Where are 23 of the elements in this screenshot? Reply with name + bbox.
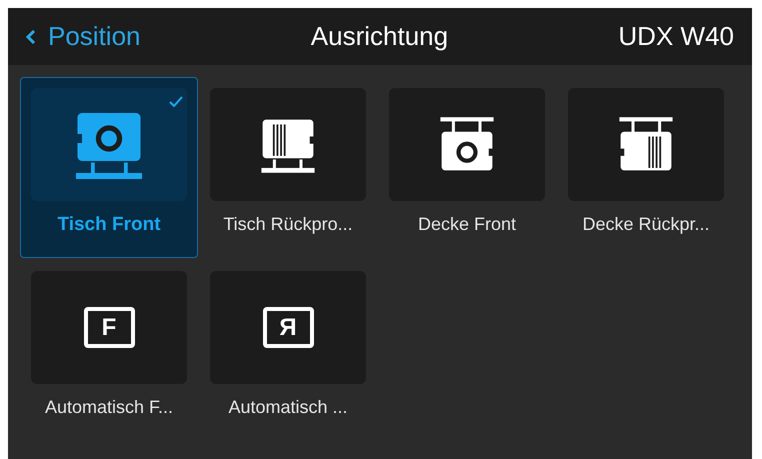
option-label: Decke Front	[418, 213, 516, 236]
page-title: Ausrichtung	[310, 20, 448, 53]
letter-icon: F	[84, 307, 134, 348]
option-label: Decke Rückpr...	[582, 213, 710, 236]
orientation-option[interactable]: Decke Front	[378, 77, 556, 258]
checkmark-icon	[169, 96, 183, 107]
back-button[interactable]: Position	[26, 17, 140, 56]
orientation-option[interactable]: Я Automatisch ...	[199, 260, 377, 441]
orientation-option[interactable]: Decke Rückpr...	[557, 77, 735, 258]
orientation-option[interactable]: Tisch Front	[20, 77, 198, 258]
option-label: Tisch Rückpro...	[223, 213, 353, 236]
projector-icon	[438, 116, 496, 172]
projector-icon	[617, 116, 675, 172]
device-name: UDX W40	[618, 20, 734, 53]
projector-icon	[259, 116, 317, 172]
chevron-left-icon	[26, 30, 36, 44]
option-label: Automatisch F...	[44, 396, 174, 419]
projector-icon	[73, 110, 145, 179]
orientation-option[interactable]: F Automatisch F...	[20, 260, 198, 441]
orientation-option[interactable]: Tisch Rückpro...	[199, 77, 377, 258]
letter-icon: Я	[262, 307, 314, 348]
option-label: Automatisch ...	[228, 396, 348, 419]
option-label: Tisch Front	[57, 213, 161, 237]
